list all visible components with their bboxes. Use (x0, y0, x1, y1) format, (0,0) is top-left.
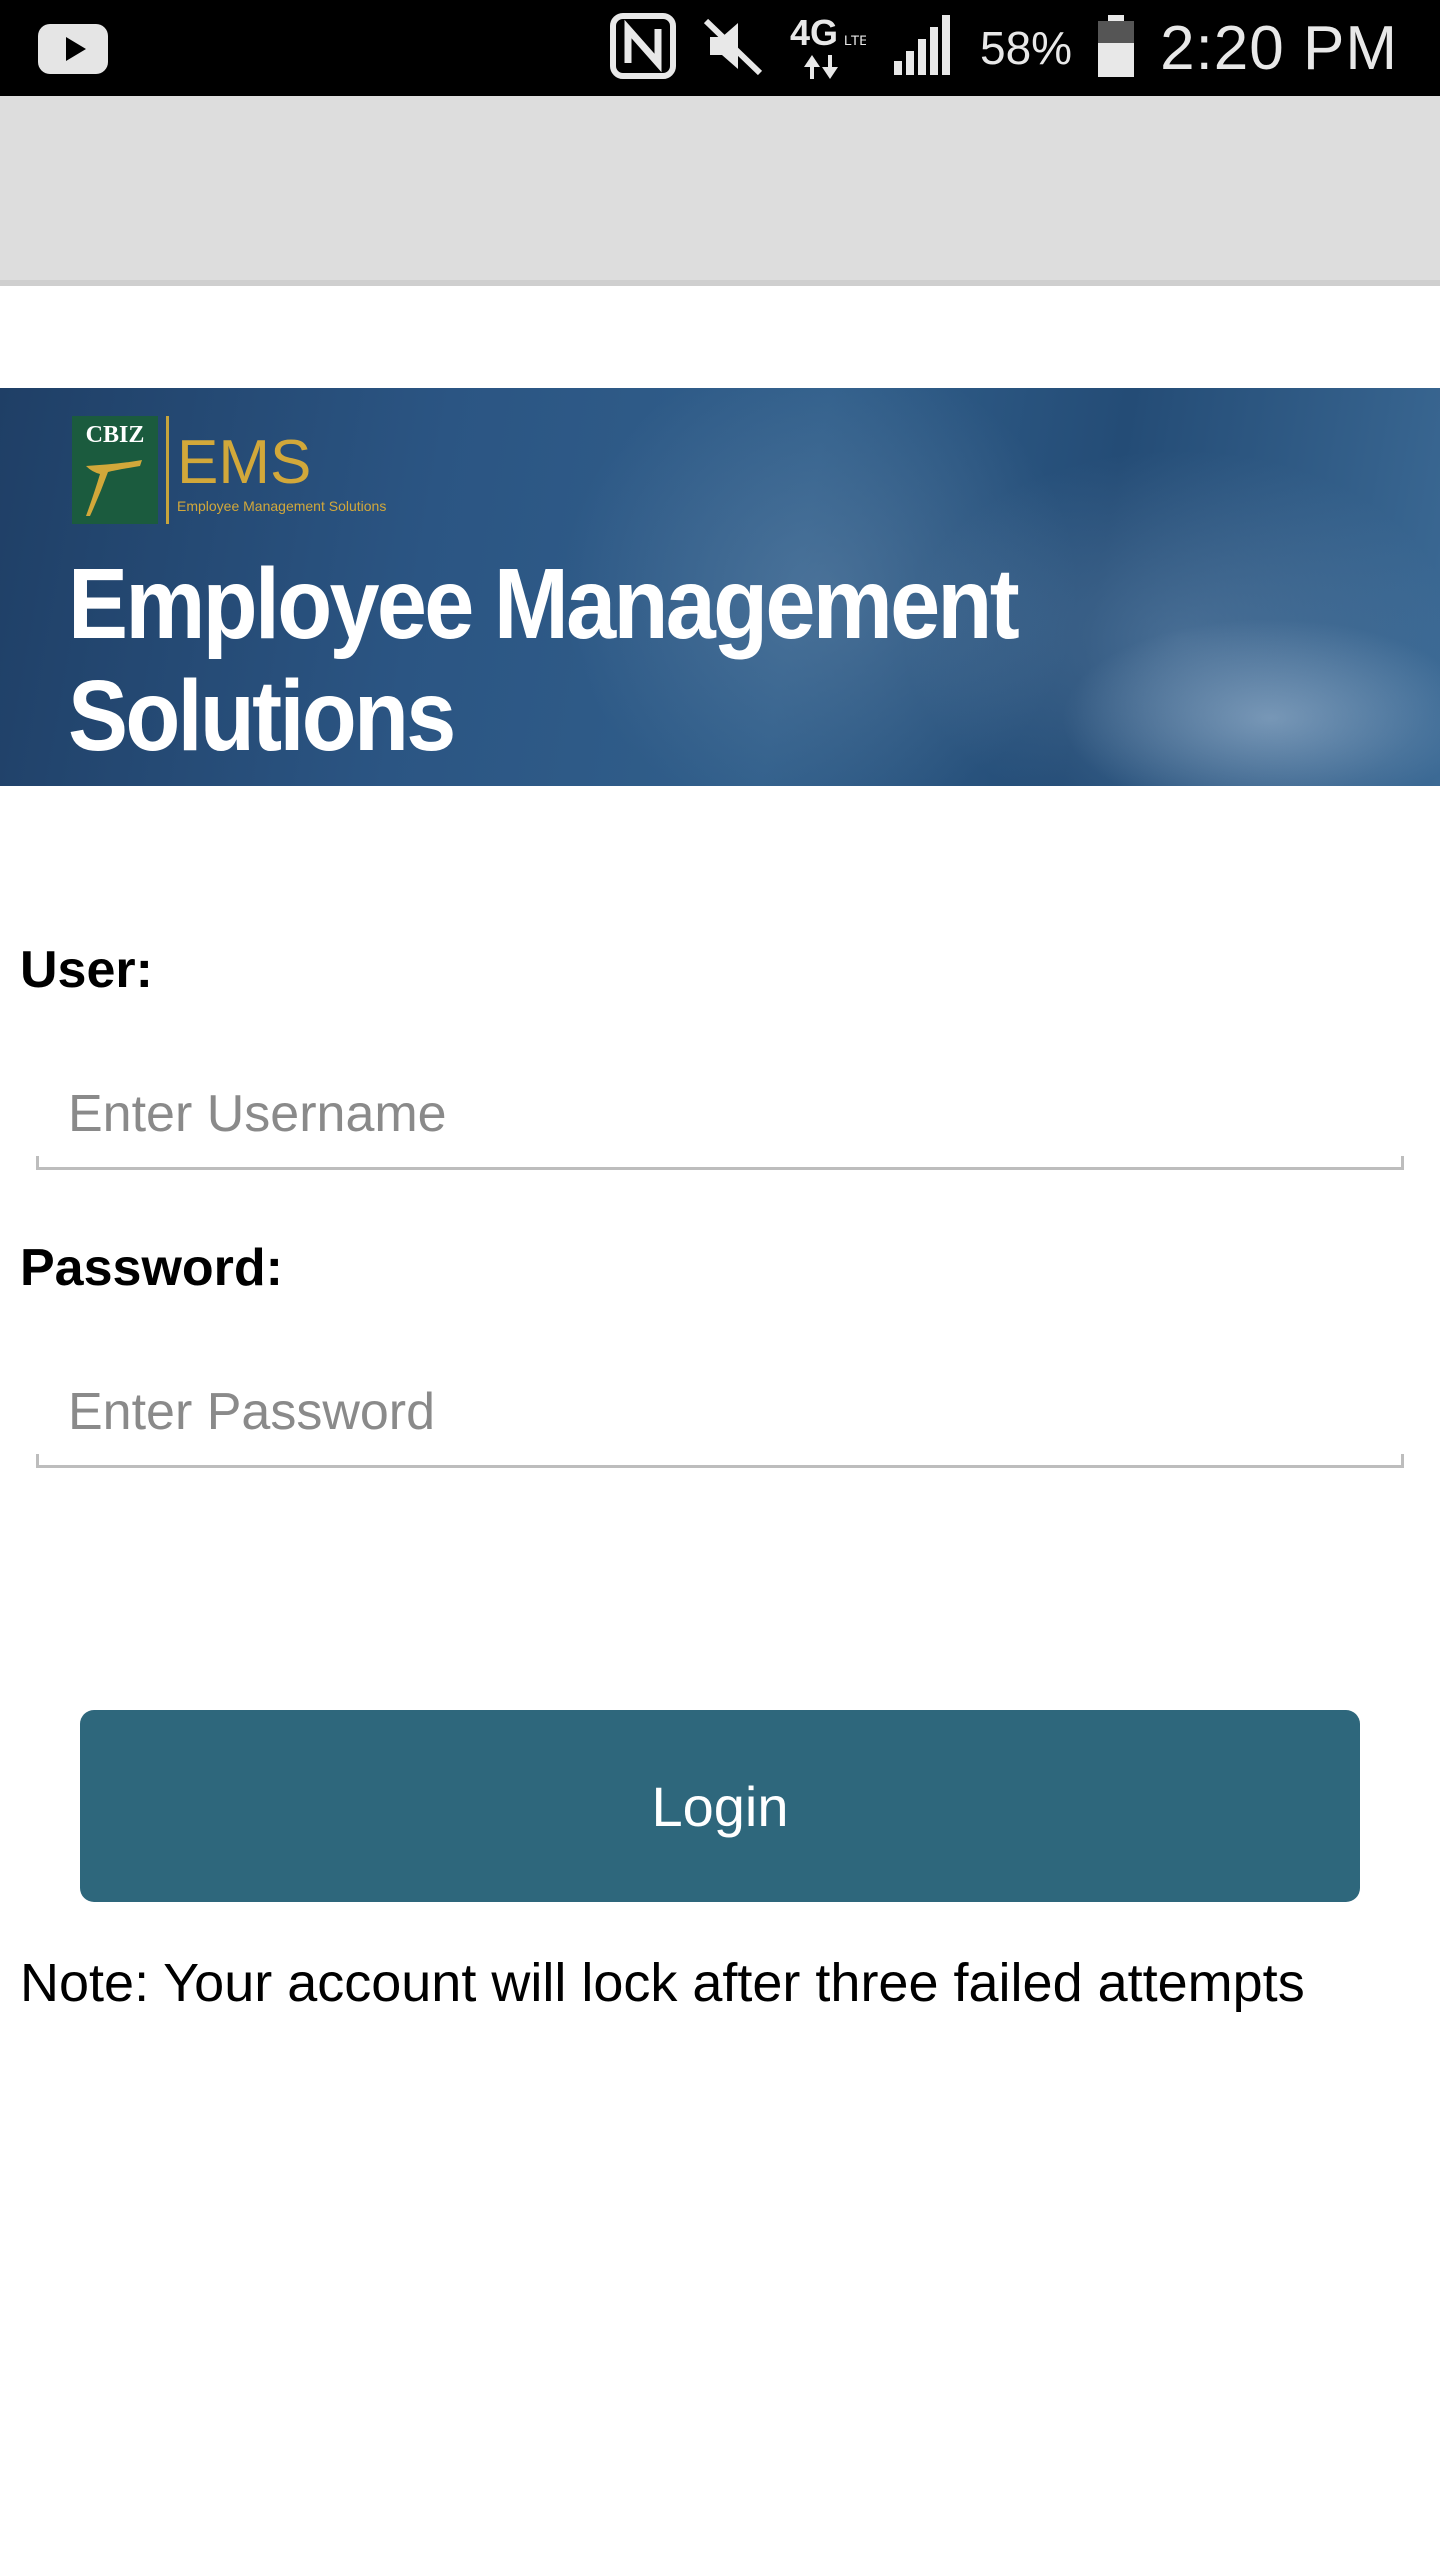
logo-cbiz-text: CBIZ (85, 422, 145, 448)
logo-swoosh-icon (86, 460, 142, 516)
logo-ems-text: EMS (177, 428, 312, 497)
battery-percent: 58% (980, 22, 1073, 74)
youtube-icon (38, 24, 108, 74)
username-underline (36, 1156, 1404, 1170)
logo-divider (166, 416, 169, 524)
signal-icon (890, 13, 956, 83)
login-button[interactable]: Login (80, 1710, 1360, 1902)
banner-title-line2: Solutions (68, 660, 456, 772)
svg-text:4G: 4G (790, 12, 838, 53)
logo-subtitle: Employee Management Solutions (177, 498, 387, 514)
banner-title: Employee Management Solutions (68, 548, 1058, 772)
password-underline (36, 1454, 1404, 1468)
svg-text:LTE: LTE (844, 32, 866, 48)
cbiz-ems-logo: CBIZ EMS Employee Management Solutions (72, 416, 386, 528)
lte-icon: 4G LTE (790, 11, 869, 85)
username-field (36, 1074, 1404, 1170)
battery-icon (1096, 13, 1136, 83)
password-input[interactable] (36, 1372, 1404, 1452)
nfc-icon (610, 13, 677, 83)
app-toolbar (0, 96, 1440, 286)
user-label: User: (20, 941, 153, 999)
banner-title-line1: Employee Management (68, 548, 1020, 660)
status-right: 4G LTE 58% 2:20 PM (610, 0, 1398, 96)
cbiz-logo-box: CBIZ (72, 416, 158, 524)
status-left (38, 24, 108, 74)
mute-icon (700, 13, 766, 83)
header-banner: CBIZ EMS Employee Management Solutions E… (0, 388, 1440, 786)
username-input[interactable] (36, 1074, 1404, 1154)
clock: 2:20 PM (1160, 13, 1398, 83)
password-field (36, 1372, 1404, 1468)
logo-words: EMS Employee Management Solutions (177, 416, 386, 514)
password-label: Password: (20, 1239, 283, 1297)
status-bar: 4G LTE 58% 2:20 PM (0, 0, 1440, 96)
lockout-note: Note: Your account will lock after three… (20, 1953, 1305, 2013)
